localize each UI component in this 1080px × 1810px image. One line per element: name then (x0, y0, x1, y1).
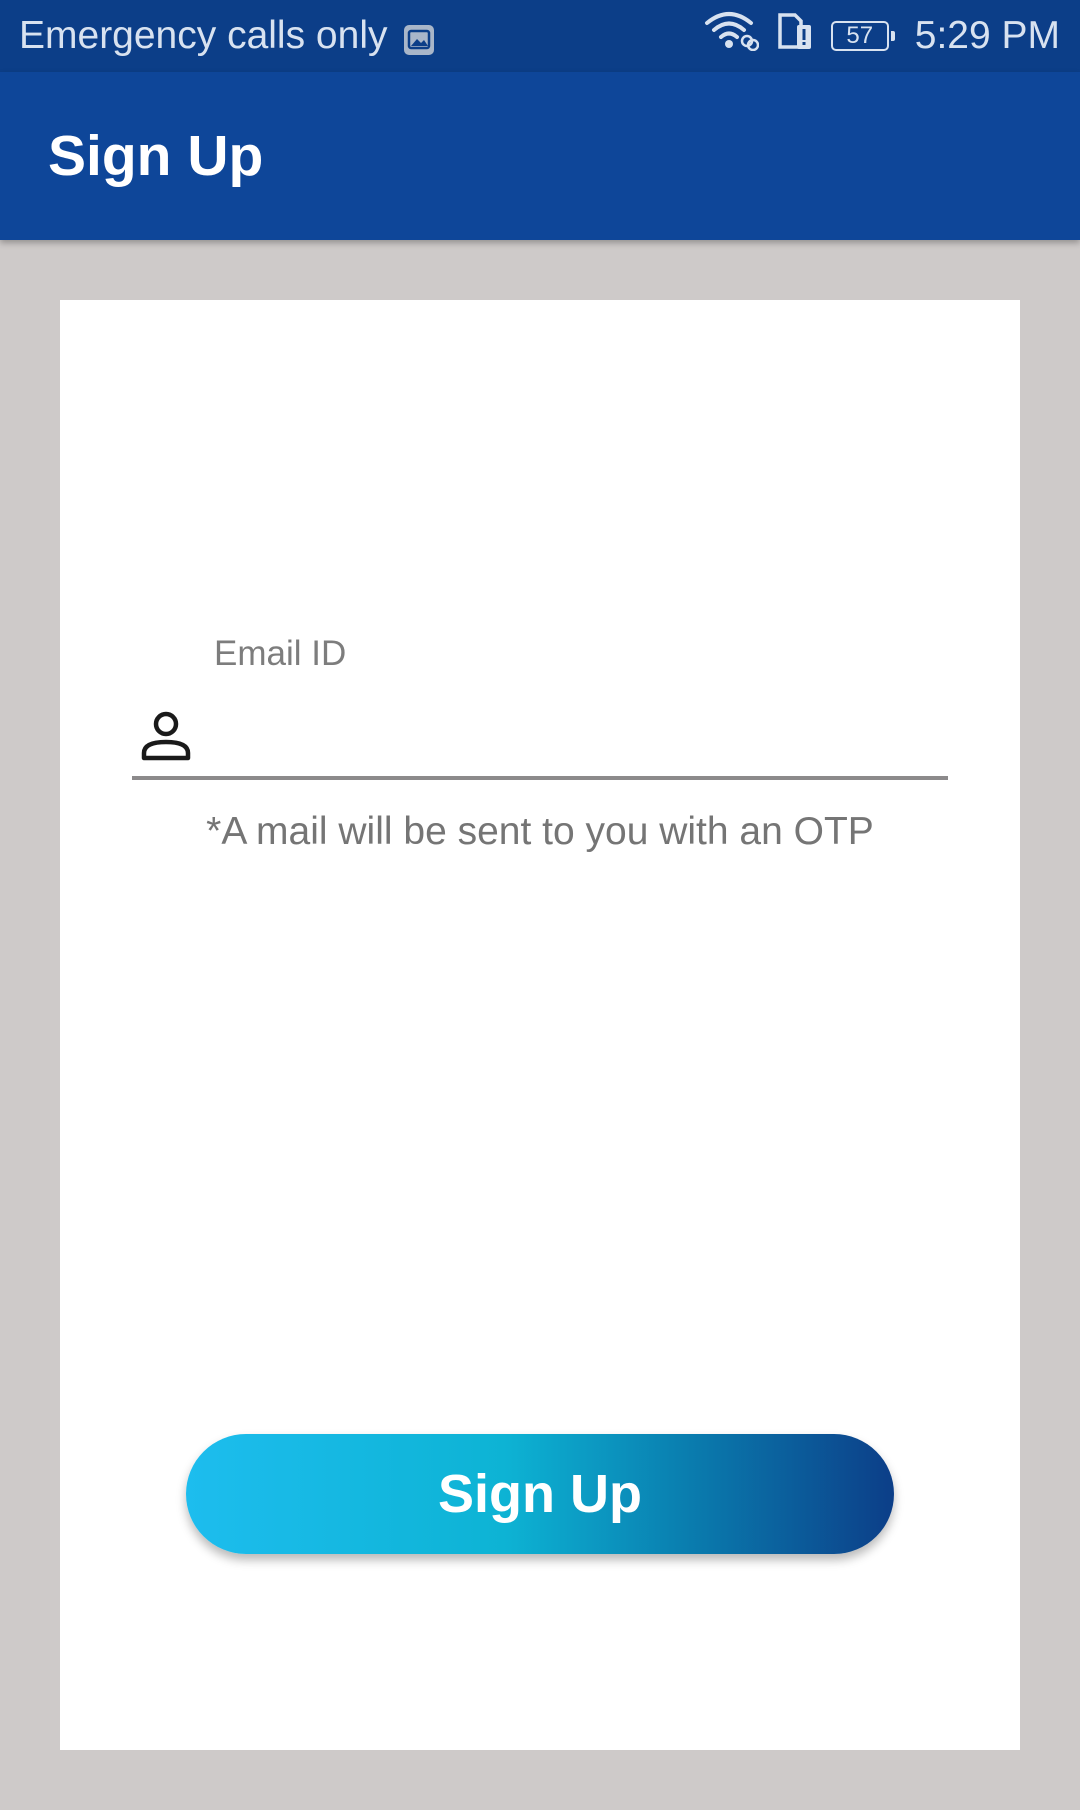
status-right: 57 5:29 PM (703, 12, 1060, 60)
signup-card: Email ID *A mail will be sent to you wit… (60, 300, 1020, 1750)
carrier-text: Emergency calls only (19, 14, 388, 57)
battery-icon: 57 (830, 21, 895, 51)
page-title: Sign Up (48, 124, 264, 188)
status-left: Emergency calls only (19, 12, 435, 60)
wifi-icon (703, 11, 759, 61)
sign-up-button[interactable]: Sign Up (186, 1434, 894, 1554)
sim-alert-icon (777, 11, 813, 61)
app-bar: Sign Up (0, 72, 1080, 240)
gallery-icon (403, 20, 435, 55)
otp-hint-text: *A mail will be sent to you with an OTP (206, 810, 874, 853)
email-field-underline (132, 776, 948, 780)
clock: 5:29 PM (914, 14, 1060, 57)
person-icon (140, 710, 192, 762)
email-field-label: Email ID (214, 634, 347, 673)
email-field[interactable] (214, 700, 984, 770)
battery-level: 57 (846, 22, 874, 49)
status-bar: Emergency calls only 57 5:29 PM (0, 0, 1080, 72)
